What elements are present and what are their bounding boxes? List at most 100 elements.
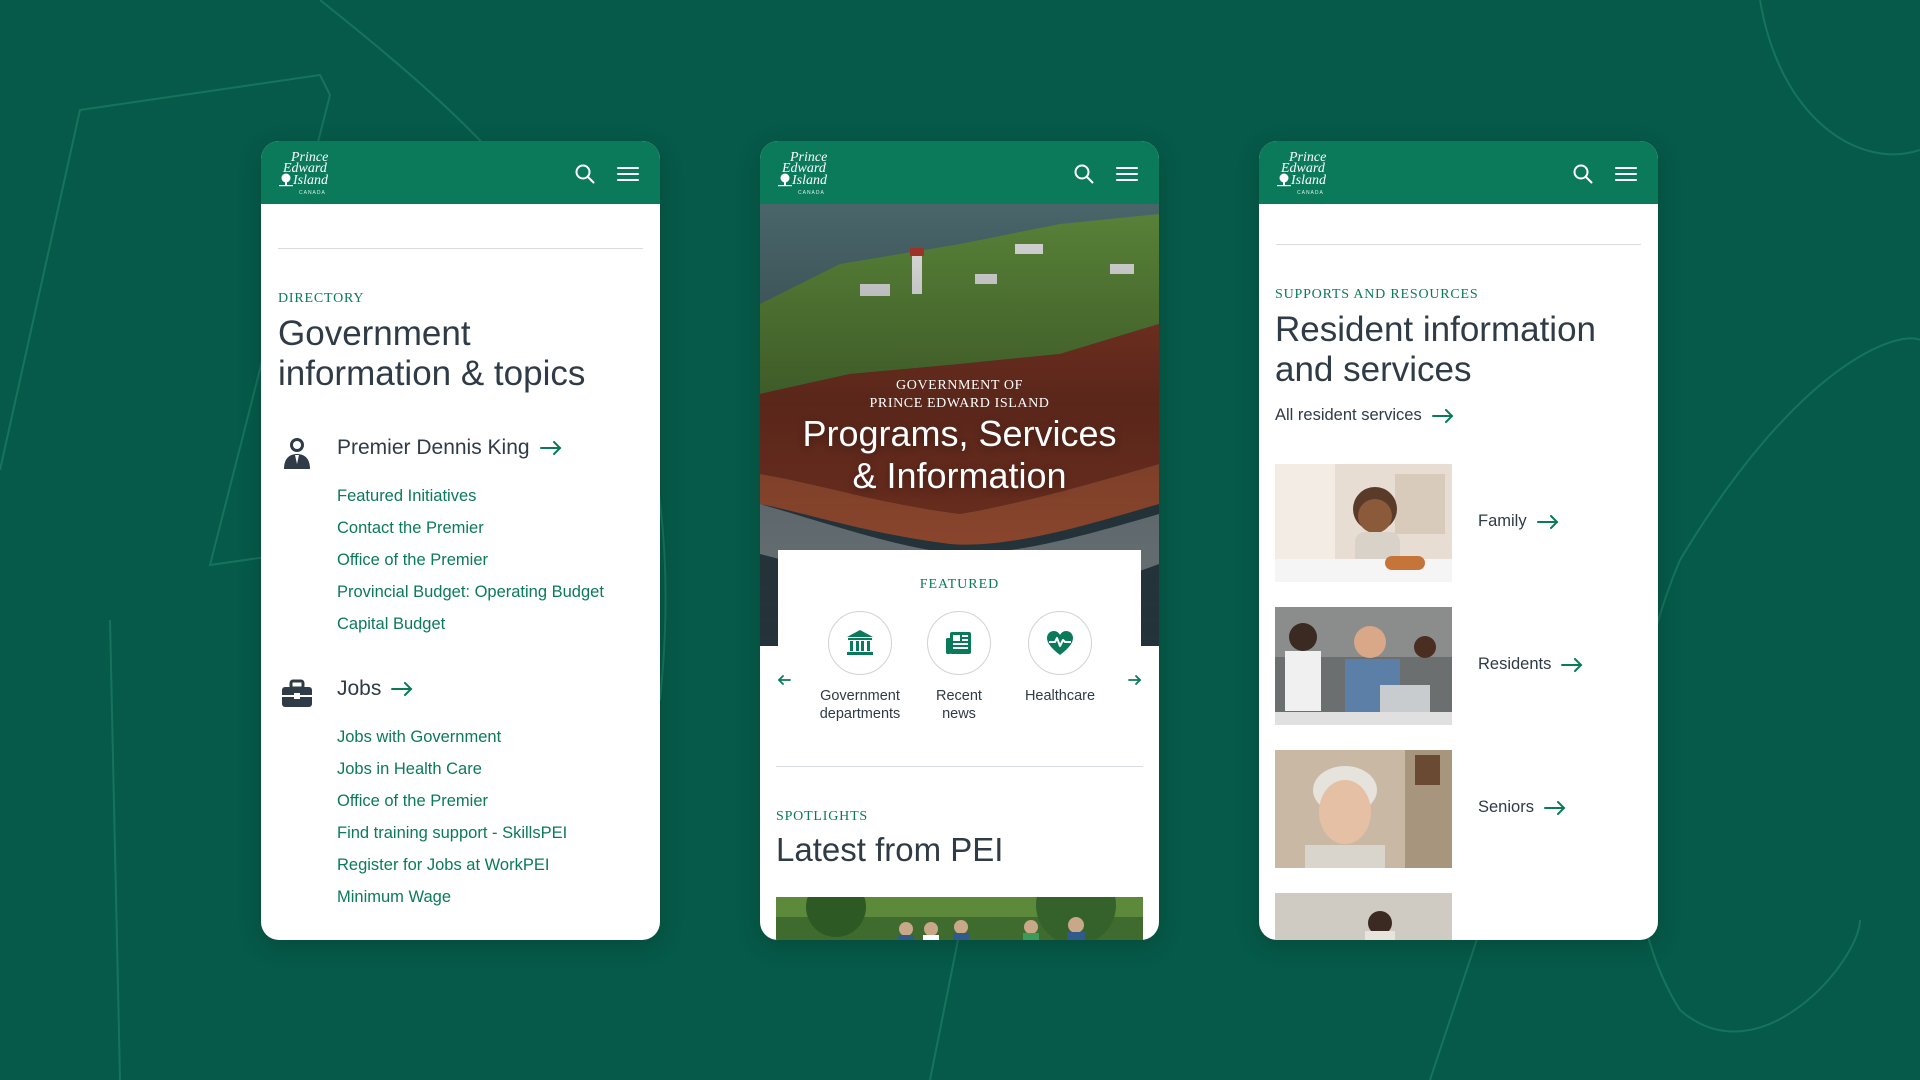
person-icon (284, 438, 310, 469)
hero-subtitle-line1: GOVERNMENT OF (896, 378, 1023, 393)
site-header: Prince Edward Island CANADA (261, 141, 660, 204)
premier-link-item[interactable]: Capital Budget (337, 614, 604, 646)
featured-item-label: Healthcare (1010, 687, 1110, 705)
resident-card-seniors[interactable]: Seniors (1275, 750, 1645, 868)
pei-logo[interactable]: Prince Edward Island CANADA (1277, 149, 1341, 199)
premier-link[interactable]: Premier Dennis King (337, 436, 562, 460)
premier-link-item[interactable]: Office of the Premier (337, 550, 604, 582)
page-title: Resident information and services (1275, 310, 1641, 390)
page-title-line2: and services (1275, 350, 1472, 389)
menu-icon[interactable] (1615, 163, 1637, 185)
resident-item-label: Family (1478, 512, 1527, 530)
premier-link-item[interactable]: Featured Initiatives (337, 486, 604, 518)
briefcase-icon (282, 679, 312, 707)
featured-item-label: Government departments (810, 687, 910, 723)
label-line: news (942, 706, 976, 722)
jobs-links: Jobs with Government Jobs in Health Care… (337, 727, 567, 919)
person-photo (1275, 893, 1452, 940)
residents-label: Residents (1478, 655, 1583, 674)
icon-circle (1028, 611, 1092, 675)
news-photo (776, 897, 1143, 940)
search-icon[interactable] (1572, 163, 1594, 185)
featured-healthcare[interactable]: Healthcare (1010, 611, 1110, 705)
partial-photo (1275, 893, 1452, 940)
label-line: departments (819, 706, 901, 722)
resident-card-family[interactable]: Family (1275, 464, 1645, 582)
all-link-label: All resident services (1275, 406, 1422, 424)
featured-recent-news[interactable]: Recent news (909, 611, 1009, 723)
bank-icon (847, 630, 873, 655)
logo-text-island: Island (1291, 173, 1326, 188)
jobs-heading: Jobs (337, 677, 382, 700)
people-laptop-photo (1275, 607, 1452, 725)
icon-circle (927, 611, 991, 675)
featured-item-label: Recent news (909, 687, 1009, 723)
latest-title: Latest from PEI (776, 831, 1004, 868)
residents-photo (1275, 607, 1452, 725)
featured-carousel: FEATURED Government departments Recent n… (777, 550, 1142, 730)
section-divider (776, 766, 1143, 767)
menu-icon[interactable] (617, 163, 639, 185)
spotlights-label: SPOTLIGHTS (776, 809, 869, 824)
label-line: Recent (936, 688, 982, 704)
family-label: Family (1478, 512, 1559, 531)
seniors-photo (1275, 750, 1452, 868)
phone-home: Prince Edward Island CANADA GOVERNMENT O… (760, 141, 1159, 940)
jobs-link-item[interactable]: Register for Jobs at WorkPEI (337, 855, 567, 887)
logo-text-island: Island (792, 173, 827, 188)
search-icon[interactable] (1073, 163, 1095, 185)
hero-title-line2: & Information (852, 455, 1067, 496)
pei-logo[interactable]: Prince Edward Island CANADA (279, 149, 343, 199)
search-icon[interactable] (574, 163, 596, 185)
site-header: Prince Edward Island CANADA (760, 141, 1159, 204)
arrow-right-icon (539, 441, 562, 455)
phone-residents: Prince Edward Island CANADA SUPPORTS AND… (1259, 141, 1658, 940)
family-photo (1275, 464, 1452, 582)
logo-text-island: Island (293, 173, 328, 188)
arrow-right-icon (391, 682, 413, 696)
site-header: Prince Edward Island CANADA (1259, 141, 1658, 204)
arrow-right-icon (1431, 408, 1454, 423)
logo-text-canada: CANADA (1297, 190, 1324, 196)
arrow-right-icon (1536, 514, 1559, 529)
jobs-link-item[interactable]: Minimum Wage (337, 887, 567, 919)
featured-label: FEATURED (919, 577, 1000, 592)
premier-heading: Premier Dennis King (337, 436, 530, 459)
resident-item-label: Residents (1478, 655, 1552, 673)
resident-item-label: Seniors (1478, 798, 1534, 816)
jobs-link[interactable]: Jobs (337, 677, 413, 701)
resident-card-partial[interactable] (1275, 893, 1645, 940)
premier-link-item[interactable]: Provincial Budget: Operating Budget (337, 582, 604, 614)
hero-subtitle-line2: PRINCE EDWARD ISLAND (869, 396, 1050, 411)
premier-links: Featured Initiatives Contact the Premier… (337, 486, 604, 646)
child-drawing-photo (1275, 464, 1452, 582)
latest-news-image[interactable] (776, 897, 1143, 940)
jobs-link-item[interactable]: Office of the Premier (337, 791, 567, 823)
arrow-left-icon[interactable] (777, 673, 791, 687)
all-resident-services-link[interactable]: All resident services (1275, 406, 1454, 425)
jobs-link-item[interactable]: Find training support - SkillsPEI (337, 823, 567, 855)
logo-text-canada: CANADA (299, 190, 326, 196)
featured-government-departments[interactable]: Government departments (810, 611, 910, 723)
top-divider (1276, 244, 1641, 245)
resident-card-residents[interactable]: Residents (1275, 607, 1645, 725)
label-line: Healthcare (1024, 688, 1096, 704)
logo-text-canada: CANADA (798, 190, 825, 196)
heart-pulse-icon (1047, 631, 1073, 655)
arrow-right-icon (1543, 800, 1566, 815)
arrow-right-icon[interactable] (1128, 673, 1142, 687)
jobs-link-item[interactable]: Jobs in Health Care (337, 759, 567, 791)
senior-woman-photo (1275, 750, 1452, 868)
top-divider (278, 248, 643, 249)
icon-circle (828, 611, 892, 675)
jobs-link-item[interactable]: Jobs with Government (337, 727, 567, 759)
hero-title-line1: Programs, Services (802, 413, 1117, 454)
arrow-right-icon (1561, 657, 1583, 672)
page-title-line1: Resident information (1275, 310, 1596, 349)
section-eyebrow: DIRECTORY (278, 291, 365, 306)
hero-title: Programs, Services & Information (760, 413, 1159, 497)
pei-logo[interactable]: Prince Edward Island CANADA (778, 149, 842, 199)
premier-link-item[interactable]: Contact the Premier (337, 518, 604, 550)
seniors-label: Seniors (1478, 798, 1566, 817)
menu-icon[interactable] (1116, 163, 1138, 185)
